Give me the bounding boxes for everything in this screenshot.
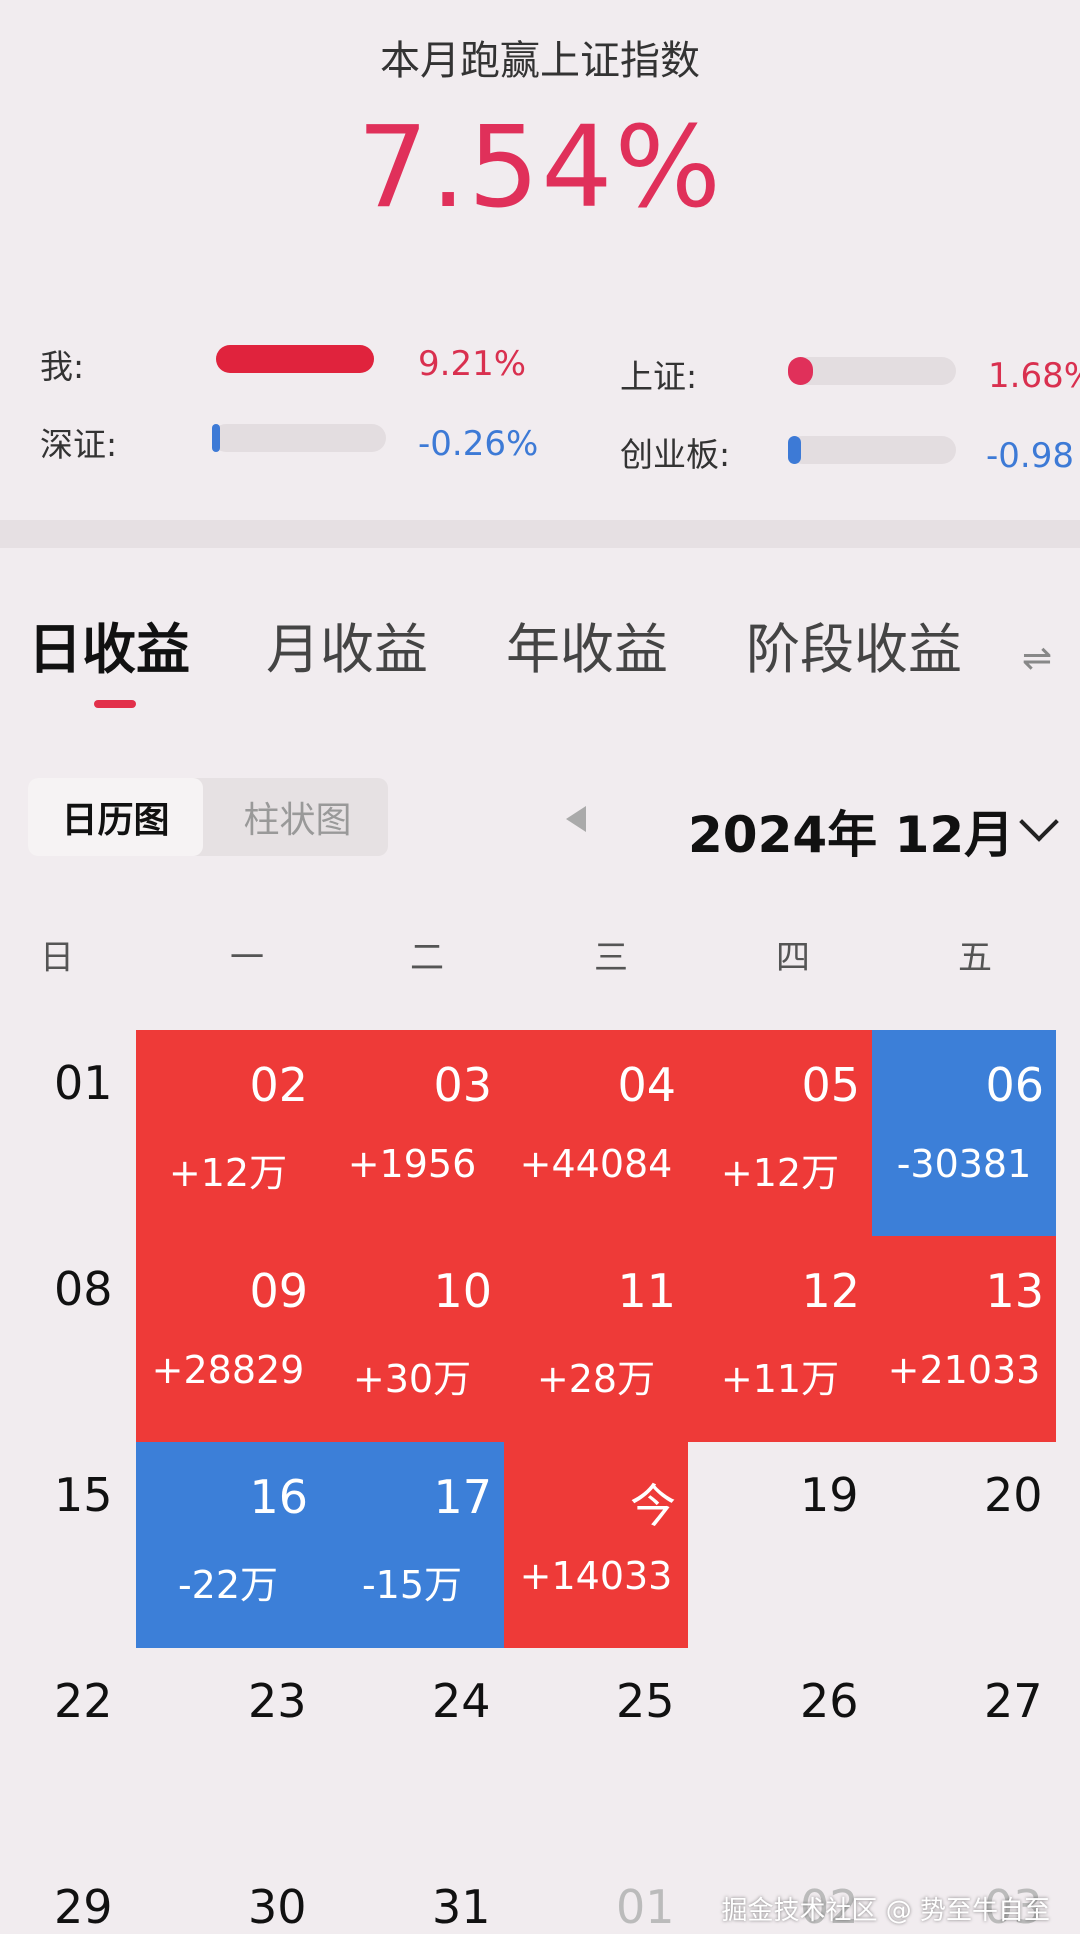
sh-bar-fill xyxy=(788,357,814,385)
calendar-day[interactable]: 26 xyxy=(800,1674,859,1728)
chevron-down-icon[interactable] xyxy=(1019,802,1059,842)
calendar-day-cell[interactable]: 10 +30万 xyxy=(320,1236,504,1442)
sz-label: 深证: xyxy=(40,425,118,464)
day-number: 今 xyxy=(630,1479,676,1533)
cyb-value: -0.98 xyxy=(986,436,1074,476)
calendar-day[interactable]: 30 xyxy=(248,1880,307,1934)
active-tab-indicator xyxy=(94,700,136,708)
day-number: 06 xyxy=(985,1058,1044,1112)
cyb-bar-fill xyxy=(788,436,802,464)
calendar-day-cell[interactable]: 今 +14033 xyxy=(504,1442,688,1648)
tab-daily-return[interactable]: 日收益 xyxy=(28,605,190,684)
tab-yearly-return[interactable]: 年收益 xyxy=(506,605,668,684)
prev-month-icon[interactable] xyxy=(566,806,586,832)
sh-label: 上证: xyxy=(620,357,698,396)
day-profit: +11万 xyxy=(720,1357,840,1401)
me-value: 9.21% xyxy=(418,344,527,384)
day-profit: -22万 xyxy=(177,1563,279,1607)
sz-bar xyxy=(212,424,386,452)
cyb-label: 创业板: xyxy=(620,435,731,474)
weekday-sun: 日 xyxy=(40,938,74,978)
day-profit: +14033 xyxy=(519,1554,673,1598)
calendar-day[interactable]: 25 xyxy=(616,1674,675,1728)
me-label: 我: xyxy=(40,347,85,386)
day-profit: -15万 xyxy=(361,1563,463,1607)
day-profit: +28万 xyxy=(536,1357,656,1401)
calendar-day-cell[interactable]: 04 +44084 xyxy=(504,1030,688,1236)
day-profit: +30万 xyxy=(352,1357,472,1401)
calendar-day[interactable]: 27 xyxy=(984,1674,1043,1728)
day-number: 02 xyxy=(249,1058,308,1112)
calendar-day-sunday[interactable]: 22 xyxy=(54,1674,113,1728)
headline: 本月跑赢上证指数 xyxy=(380,38,700,84)
calendar-day-cell[interactable]: 03 +1956 xyxy=(320,1030,504,1236)
calendar-day-cell[interactable]: 12 +11万 xyxy=(688,1236,872,1442)
swap-icon[interactable]: ⇌ xyxy=(1022,638,1052,679)
calendar-day-cell[interactable]: 06 -30381 xyxy=(872,1030,1056,1236)
sh-bar xyxy=(788,357,956,385)
excess-return-value: 7.54% xyxy=(357,103,723,233)
calendar-day-cell[interactable]: 05 +12万 xyxy=(688,1030,872,1236)
day-number: 10 xyxy=(433,1264,492,1318)
calendar-day-sunday[interactable]: 15 xyxy=(54,1468,113,1522)
weekday-thu: 四 xyxy=(776,938,810,978)
sz-value: -0.26% xyxy=(418,424,539,464)
weekday-wed: 三 xyxy=(594,938,628,978)
sh-value: 1.68% xyxy=(988,356,1080,396)
calendar-day[interactable]: 20 xyxy=(984,1468,1043,1522)
calendar-day-cell[interactable]: 02 +12万 xyxy=(136,1030,320,1236)
day-profit: +21033 xyxy=(887,1348,1041,1392)
calendar-day-sunday[interactable]: 01 xyxy=(54,1056,113,1110)
weekday-fri: 五 xyxy=(958,938,992,978)
day-number: 17 xyxy=(433,1470,492,1524)
weekday-tue: 二 xyxy=(410,938,444,978)
bar-view-button[interactable]: 柱状图 xyxy=(210,778,385,856)
calendar-day[interactable]: 24 xyxy=(432,1674,491,1728)
day-number: 13 xyxy=(985,1264,1044,1318)
cyb-bar xyxy=(788,436,956,464)
calendar-day-cell[interactable]: 11 +28万 xyxy=(504,1236,688,1442)
calendar-day-cell[interactable]: 16 -22万 xyxy=(136,1442,320,1648)
day-number: 09 xyxy=(249,1264,308,1318)
day-number: 03 xyxy=(433,1058,492,1112)
day-profit: +44084 xyxy=(519,1142,673,1186)
weekday-mon: 一 xyxy=(230,938,264,978)
day-number: 16 xyxy=(249,1470,308,1524)
sz-bar-fill xyxy=(212,424,220,452)
section-divider xyxy=(0,520,1080,548)
day-profit: +28829 xyxy=(151,1348,305,1392)
day-number: 04 xyxy=(617,1058,676,1112)
month-selector[interactable]: 2024年 12月 xyxy=(688,795,1014,867)
day-number: 05 xyxy=(801,1058,860,1112)
me-bar xyxy=(216,345,374,373)
calendar-day-cell[interactable]: 13 +21033 xyxy=(872,1236,1056,1442)
calendar-day-cell[interactable]: 17 -15万 xyxy=(320,1442,504,1648)
me-bar-fill xyxy=(216,345,374,373)
calendar-day[interactable]: 19 xyxy=(800,1468,859,1522)
calendar-view-button[interactable]: 日历图 xyxy=(28,778,203,856)
day-number: 12 xyxy=(801,1264,860,1318)
calendar-day-sunday[interactable]: 08 xyxy=(54,1262,113,1316)
calendar-day-cell[interactable]: 09 +28829 xyxy=(136,1236,320,1442)
calendar-day[interactable]: 31 xyxy=(432,1880,491,1934)
day-profit: -30381 xyxy=(896,1142,1032,1186)
calendar-day-sunday[interactable]: 29 xyxy=(54,1880,113,1934)
watermark: 掘金技术社区 @ 势至牛自至 xyxy=(721,1896,1050,1926)
day-profit: +12万 xyxy=(720,1151,840,1195)
calendar-day[interactable]: 23 xyxy=(248,1674,307,1728)
day-profit: +12万 xyxy=(168,1151,288,1195)
day-profit: +1956 xyxy=(347,1142,477,1186)
tab-period-return[interactable]: 阶段收益 xyxy=(746,605,962,684)
tab-monthly-return[interactable]: 月收益 xyxy=(266,605,428,684)
calendar-day[interactable]: 01 xyxy=(616,1880,675,1934)
day-number: 11 xyxy=(617,1264,676,1318)
